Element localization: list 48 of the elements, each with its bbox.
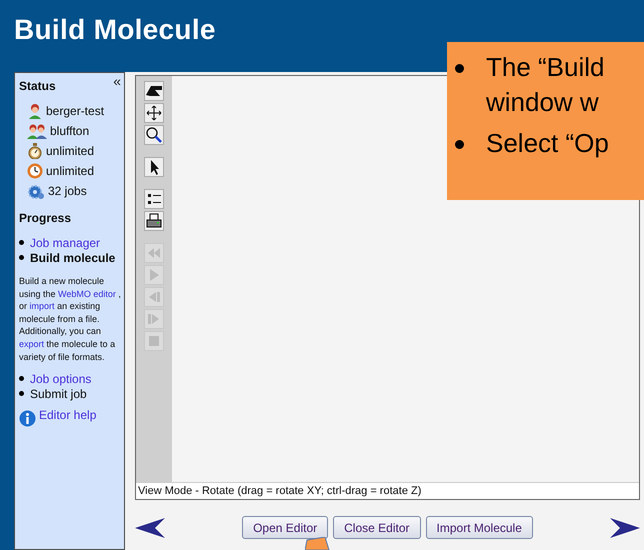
printer-icon <box>145 212 163 230</box>
select-tool-button[interactable] <box>144 157 164 177</box>
forward-arrow-icon <box>610 518 640 538</box>
gear-icon <box>27 183 45 199</box>
bullet-icon <box>19 255 24 260</box>
user-icon <box>27 103 43 119</box>
print-button[interactable] <box>144 211 164 231</box>
zoom-tool-button[interactable] <box>144 125 164 145</box>
clock-icon <box>27 163 43 179</box>
help-link[interactable]: Editor help <box>39 408 96 422</box>
users-icon <box>27 123 47 139</box>
magnifier-icon <box>145 126 163 144</box>
info-icon <box>19 410 36 428</box>
progress-link[interactable]: Job options <box>30 372 92 386</box>
bullet-icon <box>455 64 464 73</box>
back-arrow-icon <box>135 518 165 538</box>
description-text: Build a new molecule using the WebMO editor , or import an existing molecule from a file. Additionally, you can export the molecule to a variety of file formats. <box>19 275 121 364</box>
bullet-icon <box>19 376 24 382</box>
callout-pointer <box>305 537 331 550</box>
progress-heading: Progress <box>19 211 72 225</box>
callout-text: Select “Op <box>486 127 609 160</box>
bullet-icon <box>455 140 464 149</box>
bullet-icon <box>19 391 24 396</box>
page-title: Build Molecule <box>14 14 216 46</box>
status-text: berger-test <box>46 104 104 118</box>
status-text: bluffton <box>50 124 90 138</box>
progress-step: Submit job <box>30 386 87 401</box>
callout-text: The “Build <box>486 51 604 84</box>
inline-link[interactable]: WebMO editor <box>58 288 116 299</box>
progress-step-current: Build molecule <box>30 250 116 264</box>
inline-link[interactable]: export <box>19 338 44 349</box>
stopwatch-icon <box>27 143 43 159</box>
status-text: unlimited <box>46 164 94 178</box>
status-heading: Status <box>19 79 56 93</box>
action-button[interactable]: Open Editor <box>242 516 328 539</box>
progress-link[interactable]: Job manager <box>30 236 100 250</box>
bullet-icon <box>19 240 24 245</box>
action-button[interactable]: Import Molecule <box>426 516 533 539</box>
status-text: 32 jobs <box>48 184 87 198</box>
status-text: unlimited <box>46 144 94 158</box>
rotate-tool-button[interactable] <box>144 81 164 101</box>
move-icon <box>145 104 163 122</box>
move-tool-button[interactable] <box>144 103 164 123</box>
collapse-button[interactable]: « <box>113 75 121 87</box>
action-button[interactable]: Close Editor <box>333 516 421 539</box>
inline-link[interactable]: import <box>30 301 55 312</box>
list-tool-button[interactable] <box>144 189 164 209</box>
callout-text: window w <box>486 86 600 119</box>
